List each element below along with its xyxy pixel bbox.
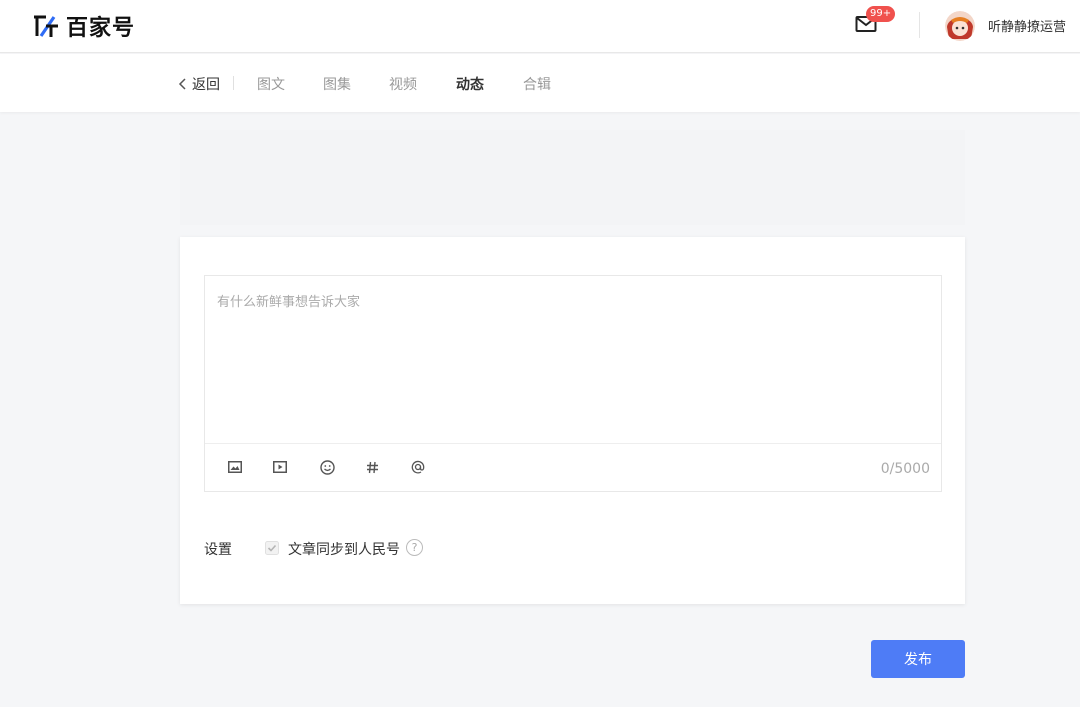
composer-card: 0/5000 设置 文章同步到人民号 ?: [180, 237, 965, 604]
sync-label: 文章同步到人民号: [288, 542, 400, 558]
back-label: 返回: [192, 77, 220, 93]
avatar-image: [945, 11, 975, 41]
top-header: 百家号 99+ 听静静撩运营: [0, 0, 1080, 53]
avatar[interactable]: [945, 11, 975, 41]
tab-gallery[interactable]: 图集: [323, 74, 351, 94]
video-icon[interactable]: [271, 458, 289, 476]
tab-dynamic[interactable]: 动态: [456, 74, 484, 94]
post-text-input[interactable]: [205, 276, 941, 443]
content-type-nav: 返回 图文 图集 视频 动态 合辑: [0, 54, 1080, 112]
sync-checkbox[interactable]: [265, 541, 279, 555]
editor-toolbar: 0/5000: [205, 443, 941, 491]
notification-badge: 99+: [866, 6, 896, 22]
logo-text: 百家号: [66, 16, 136, 41]
username[interactable]: 听静静撩运营: [988, 16, 1066, 35]
tab-article[interactable]: 图文: [257, 74, 285, 94]
settings-label: 设置: [204, 542, 232, 558]
loading-placeholder: [180, 130, 965, 225]
at-icon[interactable]: [409, 458, 427, 476]
tab-video[interactable]: 视频: [389, 74, 417, 94]
header-divider: [919, 12, 920, 38]
editor-box: 0/5000: [204, 275, 942, 492]
back-button[interactable]: 返回: [178, 74, 220, 94]
image-icon[interactable]: [226, 458, 244, 476]
emoji-icon[interactable]: [318, 458, 336, 476]
help-icon[interactable]: ?: [406, 539, 423, 556]
tab-collection[interactable]: 合辑: [523, 74, 551, 94]
character-count: 0/5000: [880, 461, 930, 477]
baijiahao-logo[interactable]: 百家号: [32, 12, 136, 41]
nav-divider: [233, 76, 234, 90]
hashtag-icon[interactable]: [363, 458, 381, 476]
chevron-left-icon: [178, 78, 186, 90]
publish-button[interactable]: 发布: [871, 640, 965, 678]
logo-icon: [34, 15, 58, 37]
